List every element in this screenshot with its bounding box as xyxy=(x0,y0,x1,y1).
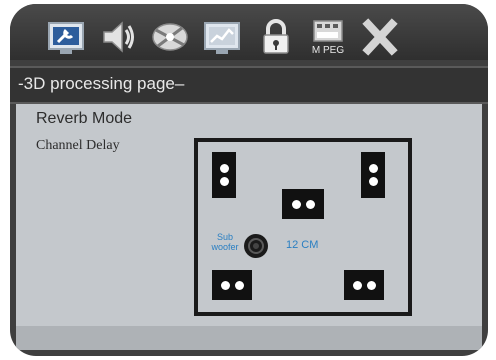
speaker-front-left[interactable] xyxy=(212,152,236,198)
menu-item-reverb-mode[interactable]: Reverb Mode xyxy=(36,110,132,128)
content-panel: Reverb Mode Channel Delay Sub woofer 12 … xyxy=(16,104,482,326)
lock-icon[interactable] xyxy=(256,18,296,56)
page-title: -3D processing page– xyxy=(18,74,185,93)
settings-icon[interactable] xyxy=(46,18,86,56)
speaker-center[interactable] xyxy=(282,189,324,219)
speaker-driver xyxy=(366,280,376,290)
speaker-front-right[interactable] xyxy=(361,152,385,198)
mpeg-label: M PEG xyxy=(312,45,344,56)
menu-item-channel-delay[interactable]: Channel Delay xyxy=(36,138,120,154)
subwoofer-label-line2: woofer xyxy=(211,242,239,252)
speaker-driver xyxy=(219,164,229,173)
satellite-icon[interactable] xyxy=(150,18,190,56)
speaker-driver xyxy=(219,177,229,186)
page-title-bar: -3D processing page– xyxy=(10,66,488,104)
osd-window: M PEG -3D processing page– Reverb Mode C… xyxy=(10,4,488,356)
status-bar xyxy=(16,326,482,350)
speaker-driver xyxy=(220,280,230,290)
toolbar: M PEG xyxy=(10,4,488,60)
subwoofer-label: Sub woofer xyxy=(208,232,242,252)
close-icon[interactable] xyxy=(360,18,400,56)
display-icon[interactable] xyxy=(202,18,242,56)
speaker-driver xyxy=(305,199,315,209)
speaker-driver xyxy=(368,177,378,186)
channel-delay-value: 12 CM xyxy=(286,239,319,251)
speaker-driver xyxy=(352,280,362,290)
speaker-rear-right[interactable] xyxy=(344,270,384,300)
speaker-driver xyxy=(368,164,378,173)
subwoofer-label-line1: Sub xyxy=(216,232,233,242)
speaker-rear-left[interactable] xyxy=(212,270,252,300)
speaker-layout-diagram: Sub woofer 12 CM xyxy=(194,138,412,316)
mpeg-icon[interactable]: M PEG xyxy=(308,18,348,56)
speaker-driver xyxy=(234,280,244,290)
subwoofer-icon[interactable] xyxy=(242,232,270,260)
speaker-driver xyxy=(291,199,301,209)
speaker-icon[interactable] xyxy=(98,18,138,56)
